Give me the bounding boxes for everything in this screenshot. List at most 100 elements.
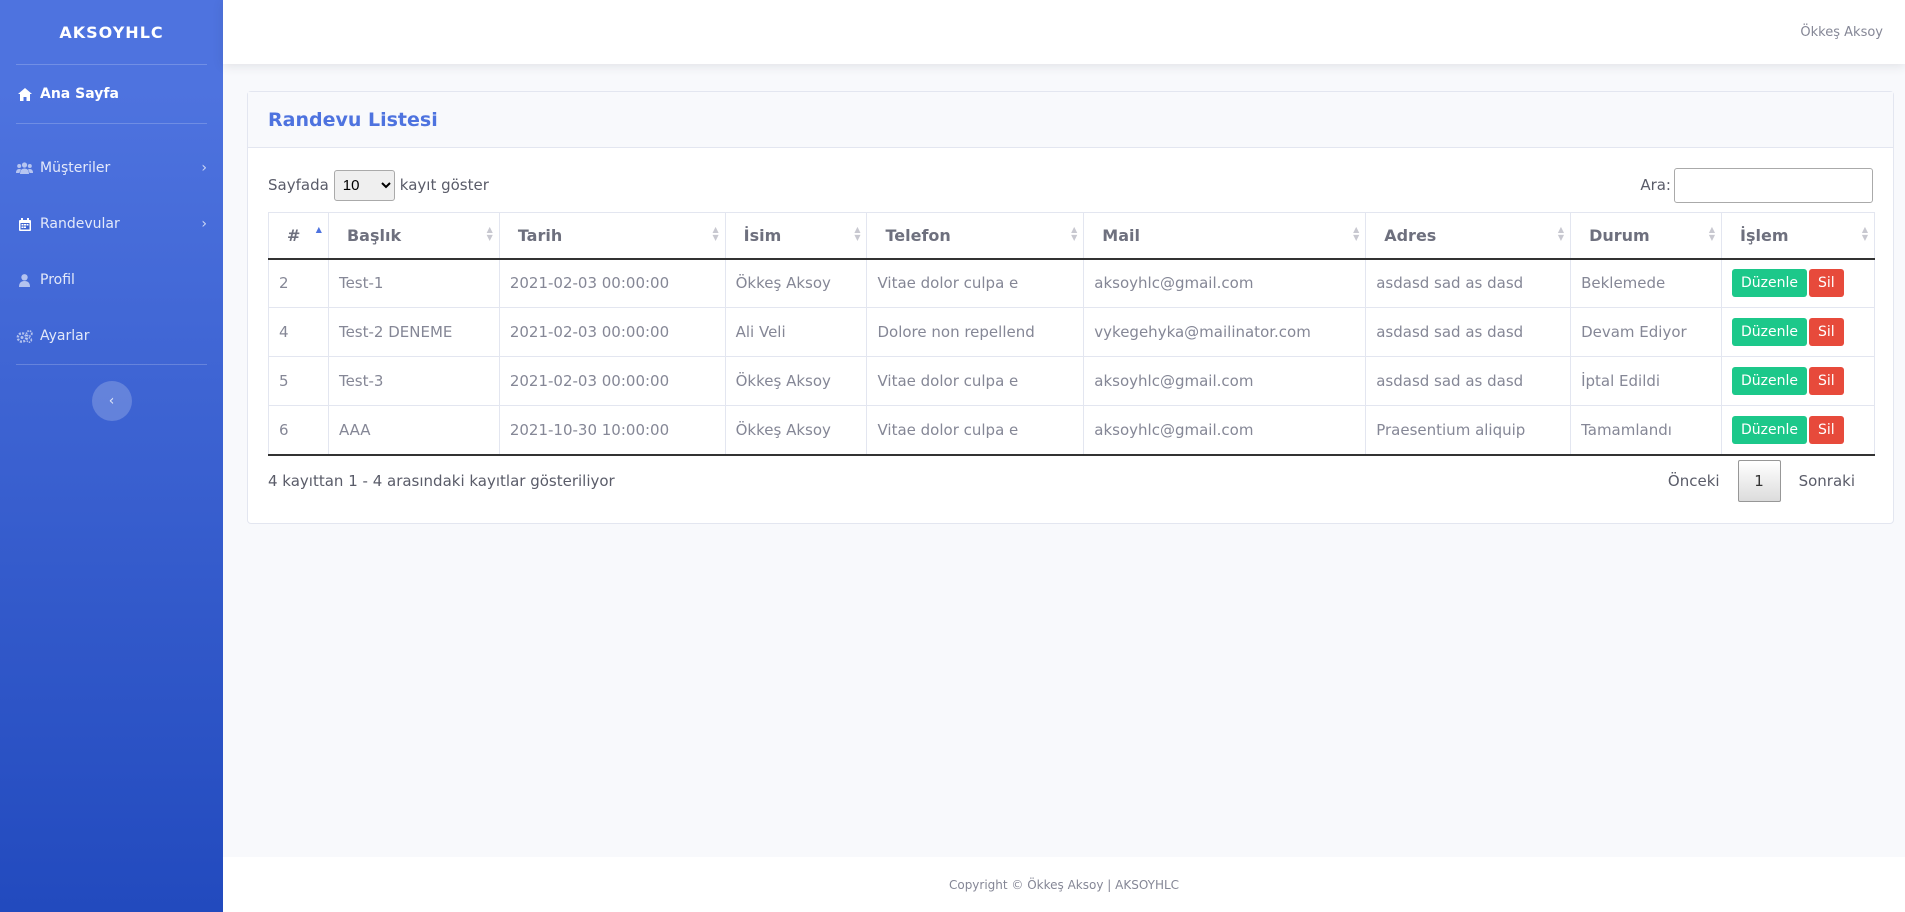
table-row: 5 Test-3 2021-02-03 00:00:00 Ökkeş Aksoy… — [268, 356, 1875, 406]
cell-name: Ökkeş Aksoy — [724, 258, 868, 308]
sidebar-item-musteriler[interactable]: Müşteriler › — [0, 140, 223, 196]
prev-page-button[interactable]: Önceki — [1650, 472, 1738, 490]
cell-address: asdasd sad as dasd — [1365, 258, 1572, 308]
sort-icon: ▲ ▼ — [1071, 225, 1078, 242]
search-control: Ara: — [1640, 167, 1873, 203]
sidebar-toggle-button[interactable]: ‹ — [91, 381, 132, 421]
user-name[interactable]: Ökkeş Aksoy — [1800, 25, 1883, 40]
cell-id: 5 — [268, 356, 329, 406]
column-header-telefon[interactable]: Telefon ▲ ▼ — [866, 212, 1085, 260]
cell-date: 2021-02-03 00:00:00 — [498, 307, 726, 357]
cell-status: İptal Edildi — [1570, 356, 1723, 406]
cell-phone: Dolore non repellend — [866, 307, 1085, 357]
search-label: Ara: — [1640, 176, 1671, 194]
header-label: Adres — [1384, 225, 1437, 245]
sidebar: AKSOYHLC Ana Sayfa Müşteriler › Randevul… — [0, 0, 223, 912]
page-button-current[interactable]: 1 — [1737, 459, 1781, 502]
search-input[interactable] — [1674, 167, 1873, 203]
cell-title: Test-2 DENEME — [327, 307, 500, 357]
brand-logo[interactable]: AKSOYHLC — [0, 0, 223, 64]
edit-button[interactable]: Düzenle — [1732, 415, 1808, 444]
cell-mail: aksoyhlc@gmail.com — [1083, 405, 1367, 456]
pagination: Önceki 1 Sonraki — [1650, 459, 1873, 502]
header-row: # ▲▼ Başlık ▲▼ Tarih ▲▼ İsim ▲▼ Telefon ▲▼ Ma… — [268, 212, 1875, 260]
table-footer: 4 kayıttan 1 - 4 arasındaki kayıtlar gös… — [268, 459, 1873, 502]
cell-name: Ökkeş Aksoy — [724, 356, 868, 406]
sort-asc-icon: ▲▼ — [315, 225, 322, 234]
table-info: 4 kayıttan 1 - 4 arasındaki kayıtlar gös… — [268, 471, 615, 490]
edit-button[interactable]: Düzenle — [1732, 367, 1808, 395]
card-header: Randevu Listesi — [248, 92, 1893, 148]
length-suffix: kayıt göster — [399, 176, 489, 194]
sidebar-item-ana-sayfa[interactable]: Ana Sayfa — [0, 65, 223, 123]
user-icon — [16, 273, 33, 287]
sidebar-item-label: Profil — [40, 272, 75, 288]
delete-button[interactable]: Sil — [1809, 415, 1844, 444]
cell-status: Beklemede — [1570, 258, 1723, 308]
home-icon — [16, 87, 33, 101]
sort-icon: ▲ ▼ — [1353, 225, 1360, 242]
sort-icon: ▲ ▼ — [1557, 225, 1565, 242]
cell-actions: Düzenle Sil — [1721, 307, 1875, 357]
chevron-right-icon: › — [201, 160, 207, 176]
cell-phone: Vitae dolor culpa e — [866, 356, 1085, 406]
sidebar-item-label: Ana Sayfa — [40, 86, 119, 102]
column-header-islem[interactable]: İşlem ▲ ▼ — [1721, 212, 1875, 260]
cell-date: 2021-10-30 10:00:00 — [498, 405, 726, 456]
table-controls: Sayfada 10 kayıt göster Ara: — [268, 167, 1873, 203]
users-icon — [16, 162, 33, 174]
cell-address: asdasd sad as dasd — [1365, 307, 1572, 357]
sidebar-item-profil[interactable]: Profil — [0, 252, 223, 308]
column-header-adres[interactable]: Adres ▲ ▼ — [1365, 212, 1572, 260]
page-length-select[interactable]: 10 — [333, 169, 395, 201]
cell-mail: aksoyhlc@gmail.com — [1083, 356, 1367, 406]
column-header-baslik[interactable]: Başlık ▲ ▼ — [327, 212, 500, 260]
header-label: Durum — [1589, 225, 1650, 245]
cell-date: 2021-02-03 00:00:00 — [498, 356, 726, 406]
page-title: Randevu Listesi — [268, 108, 438, 131]
column-header-isim[interactable]: İsim ▲ ▼ — [724, 212, 868, 260]
delete-button[interactable]: Sil — [1809, 269, 1844, 298]
header-label: Mail — [1102, 225, 1140, 245]
cell-name: Ökkeş Aksoy — [724, 405, 868, 456]
column-header-durum[interactable]: Durum ▲ ▼ — [1570, 212, 1723, 260]
sidebar-item-label: Ayarlar — [40, 328, 90, 344]
next-page-button[interactable]: Sonraki — [1781, 472, 1873, 490]
sidebar-item-randevular[interactable]: Randevular › — [0, 196, 223, 252]
sort-icon: ▲ ▼ — [1861, 225, 1868, 242]
header-label: İşlem — [1740, 225, 1789, 245]
card-body: Sayfada 10 kayıt göster Ara: # ▲▼ Başlık ▲… — [248, 148, 1893, 522]
header-label: # — [287, 225, 301, 245]
sidebar-item-ayarlar[interactable]: Ayarlar — [0, 308, 223, 364]
sidebar-divider — [16, 364, 207, 365]
delete-button[interactable]: Sil — [1809, 318, 1844, 346]
header-label: Tarih — [517, 225, 563, 245]
cell-id: 6 — [268, 405, 329, 456]
sort-icon: ▲ ▼ — [854, 225, 861, 242]
cell-phone: Vitae dolor culpa e — [866, 258, 1085, 308]
column-header-id[interactable]: # ▲▼ — [268, 212, 329, 260]
header-label: Telefon — [885, 225, 951, 245]
calendar-icon — [16, 217, 33, 231]
cell-id: 2 — [268, 258, 329, 308]
cell-title: AAA — [327, 405, 500, 456]
cell-title: Test-3 — [327, 356, 500, 406]
column-header-tarih[interactable]: Tarih ▲ ▼ — [498, 212, 726, 260]
chevron-right-icon: › — [201, 216, 207, 232]
cell-title: Test-1 — [327, 258, 500, 308]
table-body: 2 Test-1 2021-02-03 00:00:00 Ökkeş Aksoy… — [268, 258, 1875, 456]
edit-button[interactable]: Düzenle — [1732, 318, 1808, 346]
cell-id: 4 — [268, 307, 329, 357]
cell-actions: Düzenle Sil — [1721, 258, 1875, 308]
sidebar-item-label: Müşteriler — [40, 160, 111, 176]
cell-actions: Düzenle Sil — [1721, 405, 1875, 456]
page-footer: Copyright © Ökkeş Aksoy | AKSOYHLC — [223, 857, 1905, 912]
cell-status: Devam Ediyor — [1570, 307, 1723, 357]
sidebar-item-label: Randevular — [40, 216, 120, 232]
delete-button[interactable]: Sil — [1809, 367, 1844, 395]
appointment-card: Randevu Listesi Sayfada 10 kayıt göster … — [247, 91, 1894, 524]
column-header-mail[interactable]: Mail ▲ ▼ — [1083, 212, 1367, 260]
table-header: # ▲▼ Başlık ▲▼ Tarih ▲▼ İsim ▲▼ Telefon ▲▼ Ma… — [268, 212, 1875, 260]
appointments-table: # ▲▼ Başlık ▲▼ Tarih ▲▼ İsim ▲▼ Telefon ▲▼ Ma… — [268, 212, 1875, 456]
edit-button[interactable]: Düzenle — [1732, 269, 1808, 298]
